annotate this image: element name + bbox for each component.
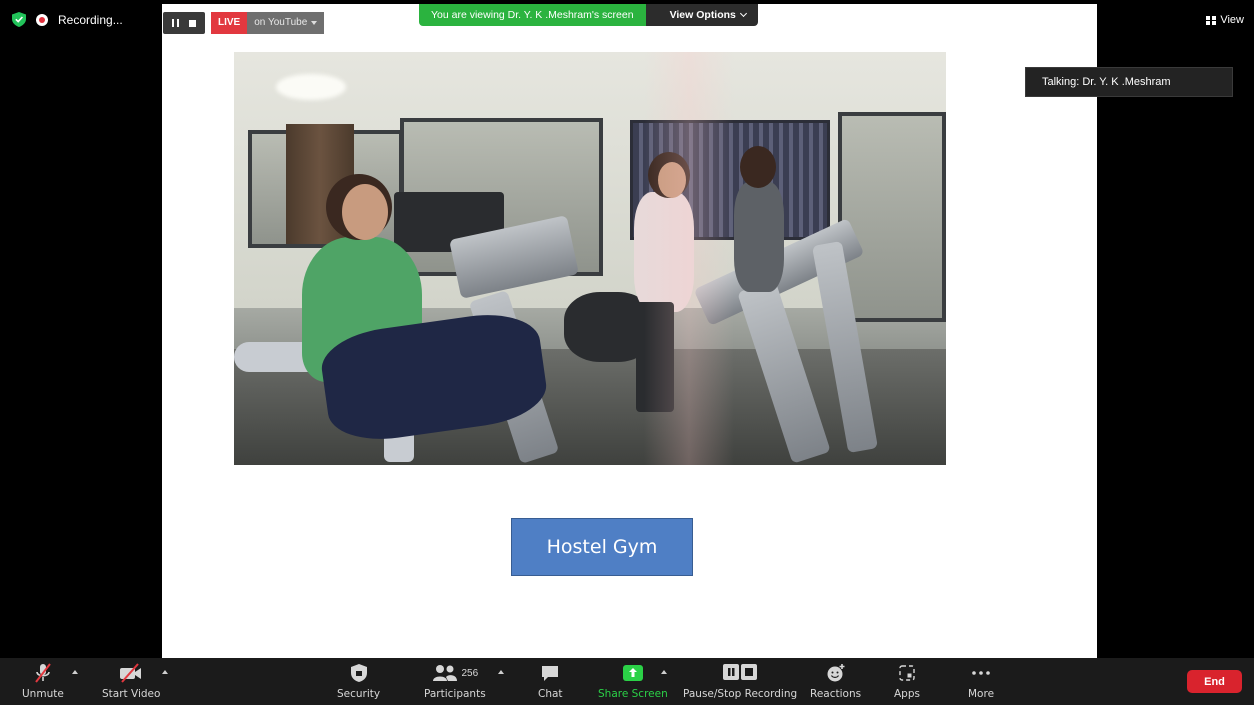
recording-dot-icon <box>36 13 48 26</box>
reactions-button[interactable]: Reactions <box>810 662 861 700</box>
live-stream-badge[interactable]: LIVE on YouTube <box>211 12 325 34</box>
reactions-label: Reactions <box>810 688 862 700</box>
meeting-toolbar: Unmute Start Video Security 256 Particip… <box>0 658 1254 705</box>
pause-stop-recording-button[interactable]: Pause/Stop Recording <box>683 662 797 700</box>
apps-label: Apps <box>894 688 920 700</box>
view-button-label: View <box>1220 14 1244 26</box>
apps-icon <box>898 662 916 684</box>
share-screen-label: Share Screen <box>598 688 668 700</box>
live-label: LIVE <box>211 12 248 34</box>
view-options-button[interactable]: View Options <box>645 4 758 26</box>
audio-options-caret-icon[interactable] <box>72 670 78 674</box>
apps-button[interactable]: Apps <box>894 662 920 700</box>
start-video-button[interactable]: Start Video <box>102 662 160 700</box>
dropdown-arrow-icon <box>311 21 318 25</box>
reactions-icon <box>826 662 846 684</box>
screen-share-banner: You are viewing Dr. Y. K .Meshram's scre… <box>419 4 758 26</box>
participants-count: 256 <box>461 667 479 679</box>
security-label: Security <box>337 688 381 700</box>
recording-controls <box>163 12 205 34</box>
shared-screen: Hostel Gym <box>162 4 1097 658</box>
end-meeting-button[interactable]: End <box>1187 670 1242 693</box>
view-button[interactable]: View <box>1206 14 1244 26</box>
pause-stop-icon <box>722 662 758 684</box>
security-button[interactable]: Security <box>337 662 380 700</box>
grid-view-icon <box>1206 15 1217 25</box>
unmute-button[interactable]: Unmute <box>22 662 64 700</box>
chat-icon <box>540 662 560 684</box>
share-options-caret-icon[interactable] <box>661 670 667 674</box>
pause-recording-icon[interactable] <box>172 19 179 27</box>
share-screen-button[interactable]: Share Screen <box>598 662 668 700</box>
gym-photo <box>234 52 946 465</box>
chevron-down-icon <box>739 9 747 18</box>
share-screen-icon <box>622 662 644 684</box>
shield-icon[interactable] <box>12 12 26 27</box>
video-off-icon <box>118 662 144 684</box>
more-dots-icon <box>971 662 991 684</box>
viewing-text: You are viewing Dr. Y. K .Meshram's scre… <box>419 4 646 26</box>
participants-icon <box>432 665 457 681</box>
start-video-label: Start Video <box>102 688 161 700</box>
slide-caption: Hostel Gym <box>511 518 693 576</box>
talking-indicator: Talking: Dr. Y. K .Meshram <box>1025 67 1233 97</box>
participants-button[interactable]: 256 Participants <box>424 662 486 700</box>
view-options-label: View Options <box>669 9 736 21</box>
more-label: More <box>968 688 995 700</box>
pause-stop-label: Pause/Stop Recording <box>683 688 798 700</box>
youtube-label: on YouTube <box>254 17 308 28</box>
participants-label: Participants <box>424 688 486 700</box>
recording-label: Recording... <box>58 12 123 27</box>
chat-label: Chat <box>538 688 563 700</box>
unmute-label: Unmute <box>22 688 64 700</box>
youtube-dropdown[interactable]: on YouTube <box>247 12 325 34</box>
stop-recording-icon[interactable] <box>189 19 196 27</box>
chat-button[interactable]: Chat <box>538 662 563 700</box>
video-options-caret-icon[interactable] <box>162 670 168 674</box>
participants-options-caret-icon[interactable] <box>498 670 504 674</box>
recording-status: Recording... <box>12 12 123 27</box>
security-shield-icon <box>350 662 368 684</box>
more-button[interactable]: More <box>968 662 994 700</box>
muted-microphone-icon <box>32 662 54 684</box>
